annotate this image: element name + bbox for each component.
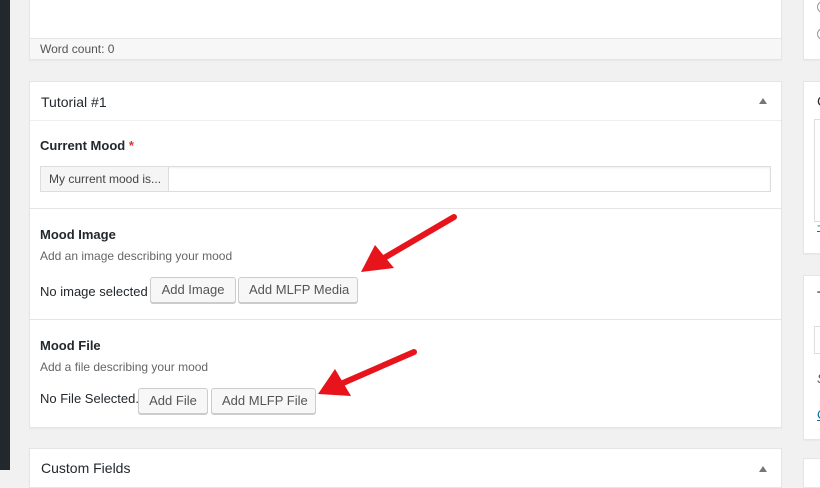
content-editor-box: Word count: 0 bbox=[29, 0, 782, 60]
sidebar-box-3: T S C bbox=[803, 275, 820, 440]
current-mood-input-group: My current mood is... bbox=[40, 166, 771, 192]
metabox-title: Tutorial #1 bbox=[41, 94, 107, 110]
current-mood-input[interactable] bbox=[170, 167, 770, 191]
current-mood-field: Current Mood * My current mood is... bbox=[30, 121, 781, 208]
add-mlfp-file-button[interactable]: Add MLFP File bbox=[211, 388, 316, 414]
sidebar-box-4 bbox=[803, 458, 820, 488]
mood-image-status: No image selected bbox=[40, 284, 148, 299]
admin-menu-strip bbox=[0, 0, 10, 470]
collapse-arrow-icon[interactable] bbox=[759, 98, 767, 104]
mood-file-label: Mood File bbox=[40, 338, 101, 353]
editor-textarea[interactable] bbox=[30, 0, 781, 38]
sidebar-box-1 bbox=[803, 0, 820, 60]
collapse-arrow-icon[interactable] bbox=[759, 466, 767, 472]
sidebar-box-2-list bbox=[814, 119, 820, 222]
word-count: Word count: 0 bbox=[30, 38, 781, 59]
sidebar-box-2: C + bbox=[803, 81, 820, 254]
custom-fields-metabox[interactable]: Custom Fields bbox=[29, 448, 782, 488]
metabox-header[interactable]: Tutorial #1 bbox=[30, 82, 781, 121]
mood-file-status: No File Selected. bbox=[40, 391, 139, 406]
mood-image-label: Mood Image bbox=[40, 227, 116, 242]
mood-file-description: Add a file describing your mood bbox=[40, 360, 209, 374]
required-asterisk: * bbox=[128, 138, 134, 153]
current-mood-label: Current Mood * bbox=[40, 138, 134, 153]
current-mood-prefix: My current mood is... bbox=[41, 167, 169, 191]
mood-image-description: Add an image describing your mood bbox=[40, 249, 233, 263]
add-file-button[interactable]: Add File bbox=[138, 388, 208, 414]
mood-image-field: Mood Image Add an image describing your … bbox=[30, 208, 781, 320]
tutorial-metabox: Tutorial #1 Current Mood * My current mo… bbox=[29, 81, 782, 428]
add-image-button[interactable]: Add Image bbox=[150, 277, 236, 303]
sidebar-box-3-input[interactable] bbox=[814, 326, 820, 354]
custom-fields-title: Custom Fields bbox=[41, 460, 131, 476]
mood-file-field: Mood File Add a file describing your moo… bbox=[30, 319, 781, 428]
add-mlfp-media-button[interactable]: Add MLFP Media bbox=[238, 277, 358, 303]
